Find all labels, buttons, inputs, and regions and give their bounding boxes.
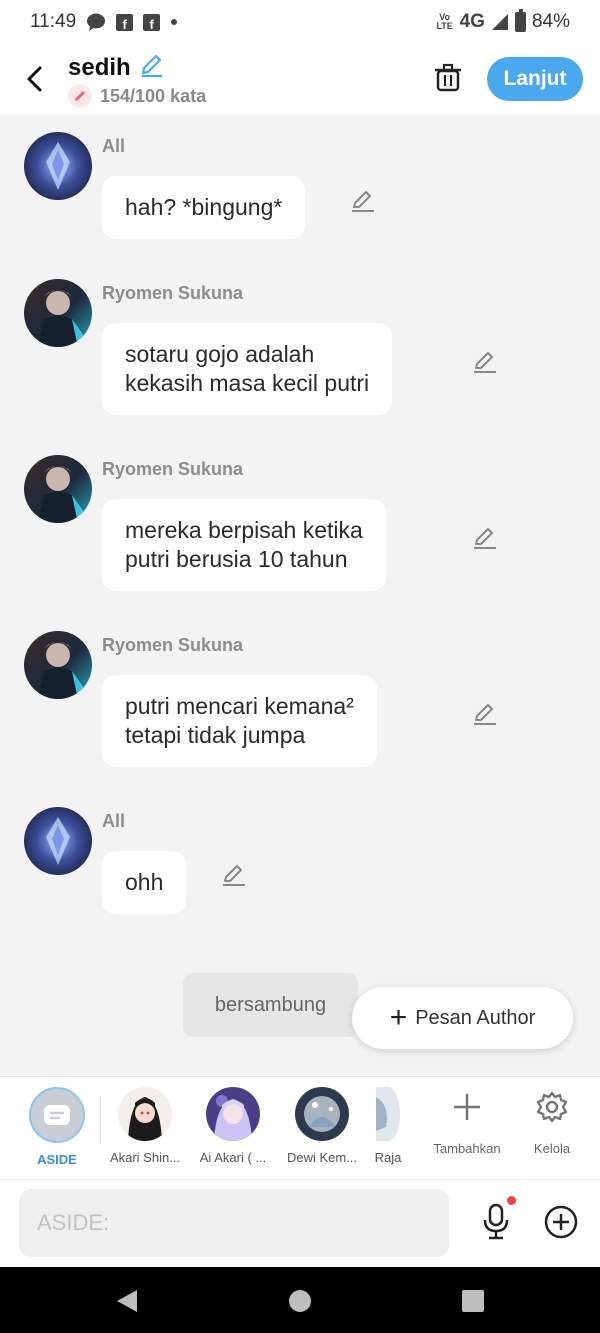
continue-chip[interactable]: bersambung <box>183 973 358 1037</box>
edit-message-icon[interactable] <box>471 348 499 376</box>
aside-chat-icon <box>44 1105 70 1125</box>
character-item[interactable]: Ai Akari ( ... <box>191 1087 275 1175</box>
dot-icon <box>170 18 178 26</box>
message-input[interactable] <box>19 1189 449 1257</box>
microphone-icon <box>483 1203 509 1240</box>
manage-characters-button[interactable]: Kelola <box>512 1089 592 1159</box>
chat-title: sedih <box>68 53 131 81</box>
character-avatar <box>118 1087 172 1141</box>
sender-name: All <box>102 136 126 156</box>
nav-home-button[interactable] <box>286 1287 314 1315</box>
signal-icon <box>491 13 509 31</box>
chat-bubble-icon <box>86 12 106 32</box>
aside-label: ASIDE <box>37 1152 77 1167</box>
sender-name: Ryomen Sukuna <box>102 635 244 655</box>
message-bubble[interactable]: hah? *bingung* <box>102 176 306 239</box>
manage-characters-label: Kelola <box>533 1141 571 1156</box>
status-bar: 11:49 f f Vo LTE 4G 84% <box>0 0 600 44</box>
microphone-button[interactable] <box>478 1202 514 1242</box>
nav-back-button[interactable] <box>113 1287 141 1315</box>
character-avatar <box>206 1087 260 1141</box>
author-message-button[interactable]: + Pesan Author <box>352 987 573 1049</box>
back-arrow-icon <box>27 66 42 92</box>
message-bubble[interactable]: mereka berpisah ketika putri berusia 10 … <box>102 499 386 591</box>
facebook-icon: f <box>143 13 161 31</box>
add-character-button[interactable]: Tambahkan <box>427 1089 507 1159</box>
divider <box>100 1097 101 1143</box>
pen-icon <box>68 84 92 108</box>
edit-message-icon[interactable] <box>220 861 248 889</box>
edit-message-icon[interactable] <box>471 700 499 728</box>
edit-message-icon[interactable] <box>349 187 377 215</box>
edit-title-icon[interactable] <box>139 52 165 83</box>
status-time: 11:49 <box>30 11 77 32</box>
author-message-label: Pesan Author <box>415 1006 536 1029</box>
avatar[interactable] <box>24 631 92 699</box>
character-item[interactable]: Raja <box>346 1087 430 1175</box>
next-button[interactable]: Lanjut <box>487 57 583 101</box>
header: sedih 154/100 kata Lanjut <box>0 44 600 114</box>
message-bubble[interactable]: ohh <box>102 851 187 914</box>
word-count: 154/100 kata <box>100 85 207 106</box>
avatar[interactable] <box>24 279 92 347</box>
avatar[interactable] <box>24 132 92 200</box>
triangle-back-icon <box>117 1290 137 1312</box>
aside-character[interactable] <box>29 1087 85 1143</box>
gear-icon <box>536 1091 568 1123</box>
message-bubble[interactable]: sotaru gojo adalah kekasih masa kecil pu… <box>102 323 393 415</box>
chat-area: All hah? *bingung* Ryomen Sukuna sotaru … <box>0 114 600 1076</box>
edit-message-icon[interactable] <box>471 524 499 552</box>
facebook-icon: f <box>116 13 134 31</box>
plus-icon: + <box>389 1001 408 1034</box>
notification-dot <box>507 1196 516 1205</box>
trash-icon <box>435 63 461 92</box>
square-recents-icon <box>462 1290 484 1312</box>
character-name: Raja <box>374 1150 402 1165</box>
circle-home-icon <box>289 1290 311 1312</box>
sender-name: All <box>102 811 126 831</box>
add-character-label: Tambahkan <box>433 1141 501 1156</box>
battery-percent: 84% <box>531 11 570 32</box>
attach-button[interactable] <box>543 1204 579 1240</box>
battery-icon <box>514 9 526 32</box>
character-name: Akari Shin... <box>109 1150 181 1165</box>
volte-label: Vo LTE <box>436 12 453 31</box>
character-avatar <box>376 1087 400 1141</box>
avatar[interactable] <box>24 455 92 523</box>
message-bubble[interactable]: putri mencari kemana² tetapi tidak jumpa <box>102 675 377 767</box>
character-name: Ai Akari ( ... <box>199 1150 267 1165</box>
avatar[interactable] <box>24 807 92 875</box>
plus-icon <box>451 1091 483 1123</box>
delete-button[interactable] <box>430 60 466 96</box>
system-nav-bar <box>0 1267 600 1333</box>
character-avatar <box>295 1087 349 1141</box>
plus-circle-icon <box>544 1205 578 1239</box>
network-label: 4G <box>459 11 485 32</box>
sender-name: Ryomen Sukuna <box>102 459 244 479</box>
nav-recents-button[interactable] <box>459 1287 487 1315</box>
back-button[interactable] <box>18 62 52 96</box>
sender-name: Ryomen Sukuna <box>102 283 244 303</box>
character-item[interactable]: Akari Shin... <box>103 1087 187 1175</box>
input-bar <box>0 1179 600 1267</box>
character-bar: ASIDE Akari Shin... Ai Akari ( ... Dewi … <box>0 1076 600 1179</box>
